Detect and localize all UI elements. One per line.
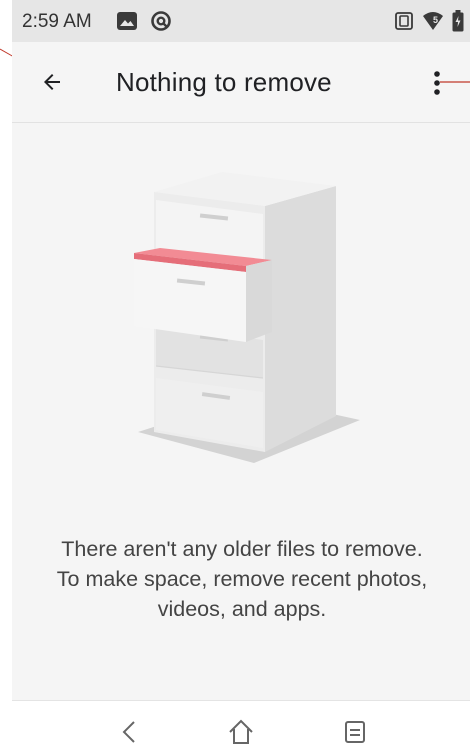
device-screen: 2:59 AM 5 Nothing to remove There aren't… (12, 0, 470, 749)
arrow-back-icon (44, 74, 60, 90)
recents-nav-icon (345, 721, 365, 743)
status-time: 2:59 AM (22, 11, 92, 32)
sync-notification-icon (151, 11, 171, 31)
wifi-icon: 5 (422, 11, 444, 31)
status-right-icons: 5 (394, 10, 464, 32)
status-left-icons (116, 10, 172, 32)
app-bar: Nothing to remove (12, 42, 470, 123)
status-bar: 2:59 AM 5 (12, 0, 470, 42)
annotation-mark-right (440, 81, 470, 83)
nav-back-button[interactable] (112, 715, 146, 749)
navigation-bar (12, 700, 470, 749)
home-nav-icon (229, 719, 253, 744)
nav-home-button[interactable] (224, 715, 258, 749)
wifi-badge: 5 (433, 15, 439, 25)
empty-state-message: There aren't any older files to remove. … (56, 537, 428, 621)
back-button[interactable] (34, 64, 70, 100)
image-notification-icon (117, 12, 137, 30)
vibrate-icon (395, 12, 413, 30)
back-nav-icon (122, 721, 135, 743)
page-title: Nothing to remove (116, 67, 332, 97)
nav-recents-button[interactable] (338, 715, 372, 749)
battery-icon (452, 10, 464, 32)
filing-cabinet-icon (134, 172, 360, 463)
